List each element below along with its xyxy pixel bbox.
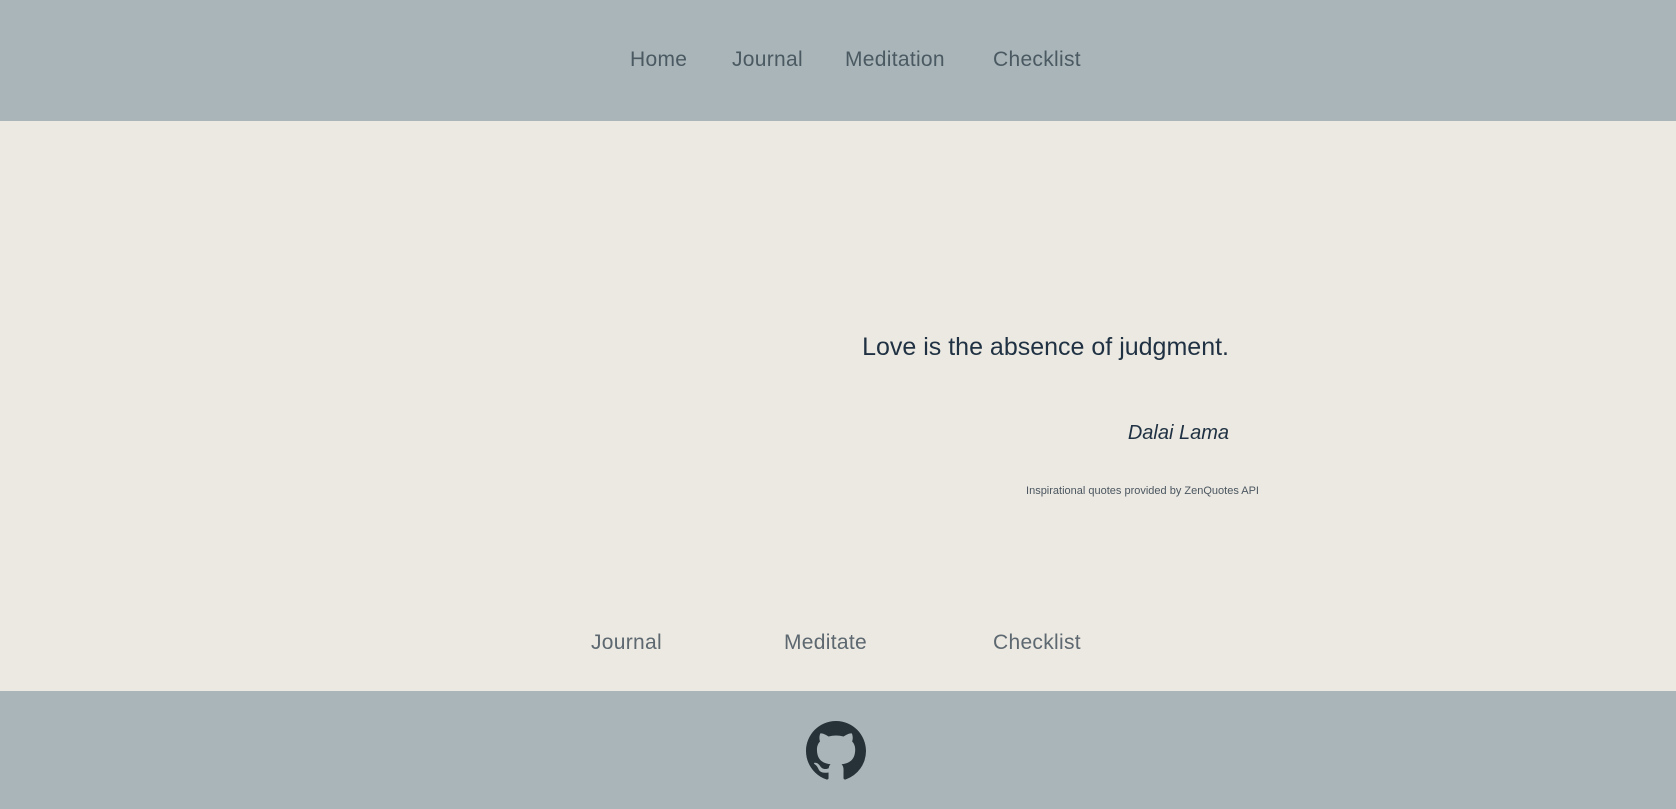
quote-author: Dalai Lama — [1127, 422, 1229, 444]
feature-meditate-link[interactable]: Meditate — [784, 629, 867, 657]
footer — [0, 691, 1676, 809]
nav-meditation-link[interactable]: Meditation — [845, 46, 945, 74]
feature-journal-link[interactable]: Journal — [591, 629, 662, 657]
nav-checklist-link[interactable]: Checklist — [993, 46, 1081, 74]
feature-checklist-link[interactable]: Checklist — [993, 629, 1081, 657]
github-icon[interactable] — [806, 721, 866, 781]
top-nav: Home Journal Meditation Checklist — [0, 0, 1676, 121]
quote-text: Love is the absence of judgment. — [862, 333, 1229, 361]
nav-home-link[interactable]: Home — [630, 46, 687, 74]
nav-journal-link[interactable]: Journal — [732, 46, 803, 74]
zenquotes-attribution-link[interactable]: Inspirational quotes provided by ZenQuot… — [1026, 485, 1259, 497]
quote-attribution: Inspirational quotes provided by ZenQuot… — [960, 484, 1259, 498]
